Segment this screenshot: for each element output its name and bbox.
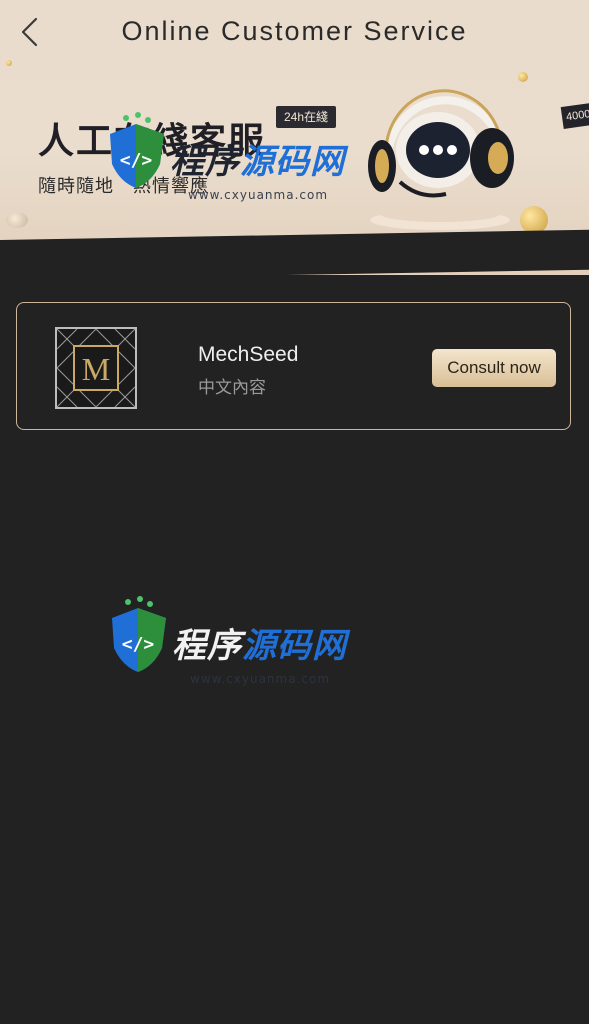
watermark: </> 程序源码网 www.cxyuanma.com (104, 596, 354, 706)
online-badge: 24h在綫 (276, 106, 337, 128)
top-bar: Online Customer Service (0, 0, 589, 64)
monogram-logo: M (57, 329, 135, 407)
watermark-url: www.cxyuanma.com (190, 672, 331, 686)
promo-tag: 4000 (560, 101, 589, 129)
banner-subtitle: 隨時隨地 熱情響應 (38, 176, 209, 197)
agent-description: 中文內容 (198, 378, 266, 398)
agent-name: MechSeed (198, 343, 299, 366)
watermark-brand: 程序源码网 (172, 618, 347, 667)
watermark-brand-part1: 程序 (172, 626, 242, 666)
svg-text:</>: </> (122, 634, 155, 655)
headset-chat-icon (368, 89, 514, 230)
consult-now-button[interactable]: Consult now (432, 349, 556, 387)
watermark-brand-part2: 源码网 (242, 626, 347, 666)
banner-divider (0, 229, 589, 275)
coin-decoration (6, 212, 28, 228)
page-title: Online Customer Service (121, 16, 468, 46)
avatar-letter: M (82, 351, 110, 387)
service-card: M MechSeed 中文內容 Consult now (16, 302, 571, 430)
avatar: M (55, 327, 137, 409)
code-shield-icon: </> (112, 596, 166, 672)
banner-title: 人工在綫客服 (38, 121, 267, 162)
